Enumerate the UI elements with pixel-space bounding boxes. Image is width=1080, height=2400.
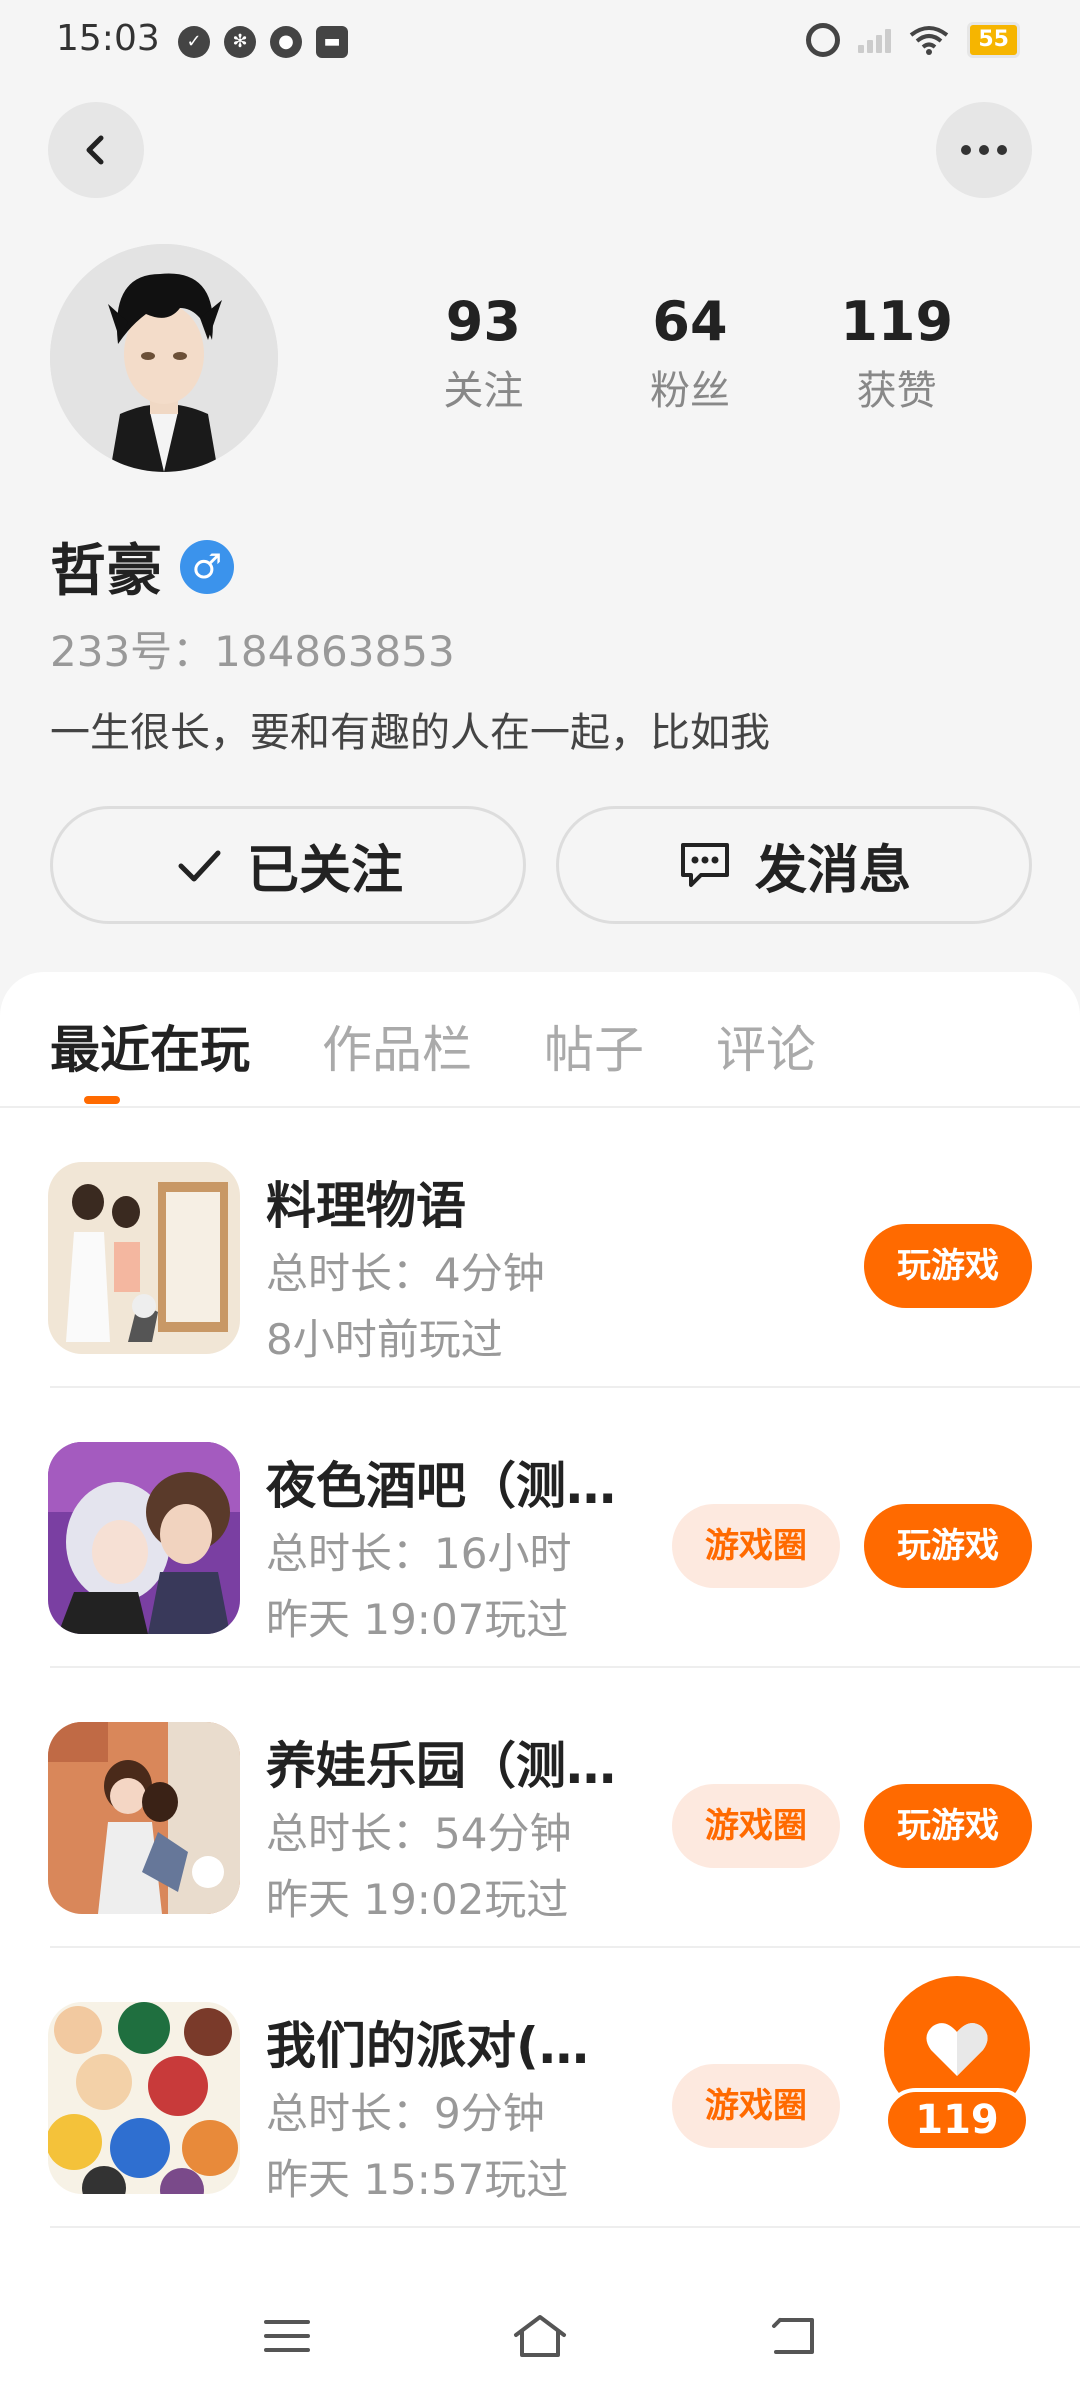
stat-fans-count: 64 <box>652 290 728 353</box>
stat-following-label: 关注 <box>443 368 524 414</box>
game-row[interactable]: 养娃乐园（测… 总时长：54分钟 昨天 19:02玩过 游戏圈 玩游戏 <box>0 1668 1080 1948</box>
stat-likes[interactable]: 119 获赞 <box>793 290 1000 416</box>
game-last-played: 昨天 19:07玩过 <box>266 1595 569 1644</box>
back-button[interactable] <box>48 102 144 198</box>
fan-icon: ✻ <box>224 26 256 58</box>
send-message-label: 发消息 <box>754 840 911 901</box>
active-tab-indicator <box>84 1096 120 1104</box>
game-row[interactable]: 夜色酒吧（测… 总时长：16小时 昨天 19:07玩过 游戏圈 玩游戏 <box>0 1388 1080 1668</box>
game-title: 夜色酒吧（测… <box>266 1457 616 1515</box>
signal-icon <box>858 27 892 53</box>
nav-back-button[interactable] <box>753 2306 833 2366</box>
wechat-icon: ● <box>270 26 302 58</box>
game-circle-button[interactable]: 游戏圈 <box>672 1784 840 1868</box>
user-name: 哲豪 <box>50 539 162 604</box>
mail-icon: ▬ <box>316 26 348 58</box>
menu-icon <box>263 2320 310 2352</box>
more-button[interactable] <box>936 102 1032 198</box>
game-title: 料理物语 <box>266 1177 466 1235</box>
user-bio: 一生很长，要和有趣的人在一起，比如我 <box>50 710 770 756</box>
profile-tabs: 最近在玩 作品栏 帖子 评论 <box>50 1010 816 1082</box>
alarm-icon <box>806 23 841 57</box>
stat-fans[interactable]: 64 粉丝 <box>587 290 794 416</box>
system-nav-bar <box>0 2272 1080 2400</box>
name-row: 哲豪 ♂ <box>50 526 234 607</box>
stat-fans-label: 粉丝 <box>650 368 730 414</box>
game-duration: 总时长：16小时 <box>266 1529 572 1578</box>
game-circle-button[interactable]: 游戏圈 <box>672 2064 840 2148</box>
game-last-played: 8小时前玩过 <box>266 1315 503 1364</box>
chevron-left-icon <box>86 135 104 165</box>
game-last-played: 昨天 15:57玩过 <box>266 2155 569 2204</box>
game-circle-button[interactable]: 游戏圈 <box>672 1504 840 1588</box>
wifi-icon <box>910 26 949 55</box>
like-floating-button[interactable]: 119 <box>884 1976 1030 2156</box>
like-count: 119 <box>884 2088 1030 2152</box>
stat-likes-count: 119 <box>840 290 954 353</box>
home-icon <box>513 2315 566 2357</box>
game-duration: 总时长：4分钟 <box>266 1249 545 1298</box>
followed-label: 已关注 <box>246 840 403 901</box>
game-title: 我们的派对(… <box>266 2017 589 2075</box>
more-dots-icon <box>961 145 1007 155</box>
notification-app-icon: ✓ <box>178 26 210 58</box>
status-bar: 15:03 ✓ ✻ ● ▬ 55 <box>0 0 1080 86</box>
row-divider <box>50 2226 1080 2228</box>
game-row[interactable]: 料理物语 总时长：4分钟 8小时前玩过 玩游戏 <box>0 1108 1080 1388</box>
send-message-button[interactable]: 发消息 <box>556 806 1032 924</box>
battery-indicator: 55 <box>967 22 1020 58</box>
avatar[interactable] <box>50 244 278 472</box>
heart-icon <box>926 2023 988 2076</box>
tab-works[interactable]: 作品栏 <box>322 1010 472 1082</box>
nav-menu-button[interactable] <box>247 2306 327 2366</box>
chat-bubble-icon <box>680 843 729 887</box>
game-icon-night-bar[interactable] <box>48 1442 240 1634</box>
nav-home-button[interactable] <box>500 2306 580 2366</box>
play-game-button[interactable]: 玩游戏 <box>864 1784 1032 1868</box>
back-nav-icon <box>772 2318 815 2354</box>
game-last-played: 昨天 19:02玩过 <box>266 1875 569 1924</box>
stat-following[interactable]: 93 关注 <box>380 290 587 416</box>
avatar-image <box>50 244 278 472</box>
stat-likes-label: 获赞 <box>856 368 937 414</box>
game-title: 养娃乐园（测… <box>266 1737 616 1795</box>
game-icon-cooking-story[interactable] <box>48 1162 240 1354</box>
profile-stats: 93 关注 64 粉丝 119 获赞 <box>380 290 1000 416</box>
stat-following-count: 93 <box>445 290 521 353</box>
followed-button[interactable]: 已关注 <box>50 806 526 924</box>
user-id: 233号：184863853 <box>50 627 455 676</box>
play-game-button[interactable]: 玩游戏 <box>864 1224 1032 1308</box>
male-gender-icon: ♂ <box>180 539 234 594</box>
notification-icons: ✓ ✻ ● ▬ <box>178 26 348 58</box>
tab-posts[interactable]: 帖子 <box>544 1010 644 1082</box>
tab-comments[interactable]: 评论 <box>716 1010 816 1082</box>
status-time: 15:03 <box>56 18 160 59</box>
checkmark-icon <box>178 850 221 882</box>
game-duration: 总时长：9分钟 <box>266 2089 545 2138</box>
system-icons: 55 <box>806 22 1020 58</box>
play-game-button[interactable]: 玩游戏 <box>864 1504 1032 1588</box>
game-duration: 总时长：54分钟 <box>266 1809 572 1858</box>
game-icon-baby-paradise[interactable] <box>48 1722 240 1914</box>
game-icon-our-party[interactable] <box>48 2002 240 2194</box>
tab-recently-played[interactable]: 最近在玩 <box>50 1010 250 1082</box>
